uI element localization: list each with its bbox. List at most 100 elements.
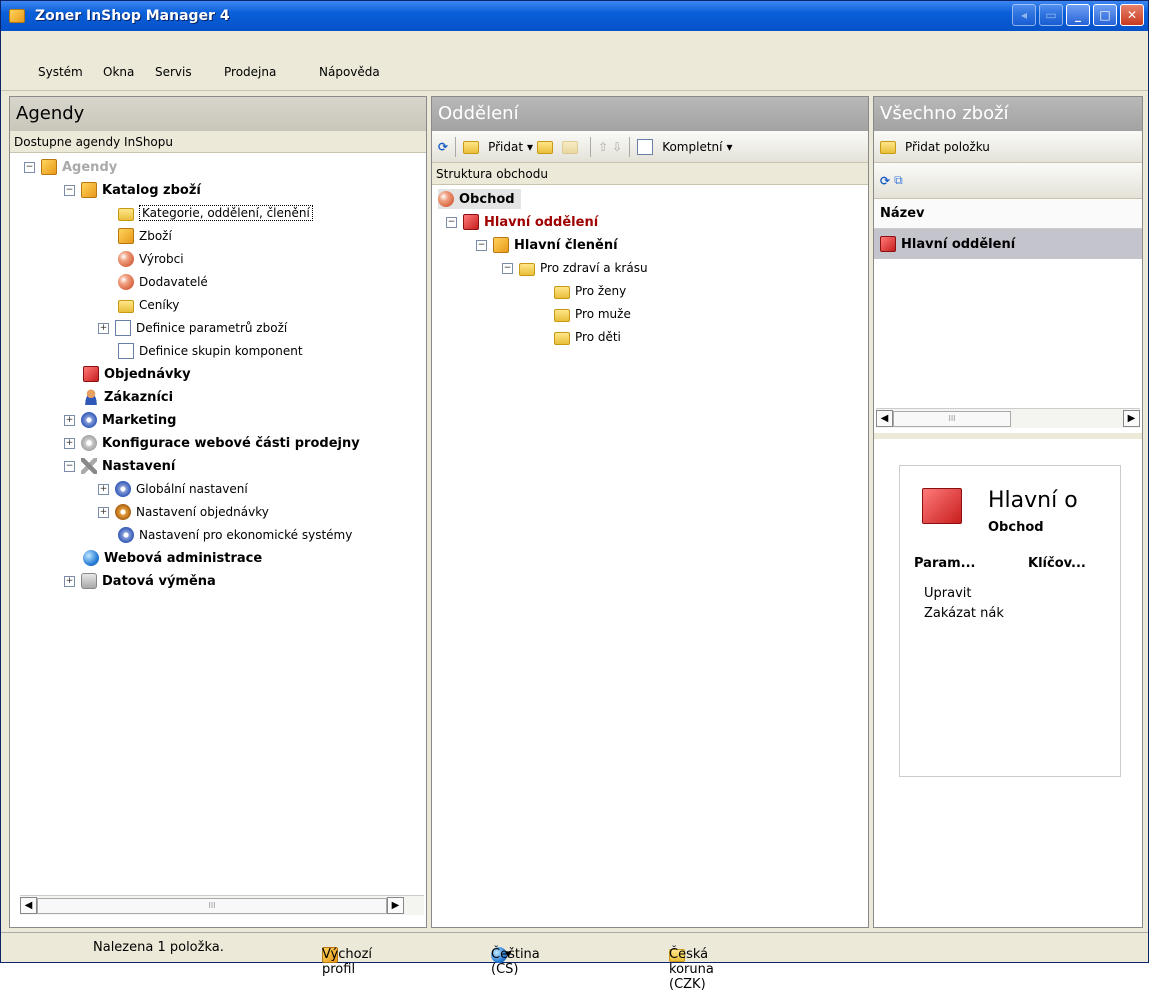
menu-napoveda[interactable]: Nápověda <box>319 65 380 79</box>
oddeleni-pane: Oddělení ⟳ Přidat ▾ ⇧ ⇩ Kompletní ▾ Stru… <box>431 96 869 928</box>
collapse-icon[interactable]: − <box>24 161 35 173</box>
add-item-button[interactable]: Přidat položku <box>905 140 990 154</box>
cube-icon <box>922 488 962 524</box>
expand-icon[interactable]: + <box>98 322 109 334</box>
tree-zbozi[interactable]: Zboží <box>118 226 172 246</box>
box-icon <box>41 159 57 175</box>
zbozi-title: Všechno zboží <box>874 97 1142 131</box>
expand-icon[interactable]: + <box>64 414 75 426</box>
zbozi-hscroll[interactable]: ◀ III ▶ <box>876 408 1140 428</box>
refresh-icon[interactable]: ⟳ <box>438 140 448 154</box>
tree-hlavni-oddeleni[interactable]: − Hlavní oddělení <box>446 212 598 232</box>
copy-icon[interactable]: ⧉ <box>894 173 903 188</box>
add-button[interactable]: Přidat <box>488 140 523 154</box>
tree-objednavky[interactable]: Objednávky <box>83 364 191 384</box>
tree-pro-zeny[interactable]: Pro ženy <box>554 281 626 301</box>
column-header-nazev[interactable]: Název <box>874 199 1142 229</box>
menu-system[interactable]: Systém <box>38 65 83 79</box>
menu-servis[interactable]: Servis <box>155 65 192 79</box>
scroll-right-icon[interactable]: ▶ <box>387 897 404 914</box>
tree-definice-parametru[interactable]: + Definice parametrů zboží <box>98 318 287 338</box>
add-dropdown-icon[interactable]: ▾ <box>527 140 533 154</box>
scroll-right-icon[interactable]: ▶ <box>1123 410 1140 427</box>
agendy-hscroll[interactable]: ◀ III ▶ <box>20 895 424 915</box>
tree-katalog[interactable]: − Katalog zboží <box>64 180 201 200</box>
tree-pro-muze[interactable]: Pro muže <box>554 304 631 324</box>
tree-view-icon <box>637 138 654 155</box>
collapse-icon[interactable]: − <box>64 460 75 472</box>
box-icon <box>493 237 509 253</box>
complete-view-button[interactable]: Kompletní <box>662 140 722 154</box>
tree-ceniky[interactable]: Ceníky <box>118 295 179 315</box>
globe-icon <box>83 550 99 566</box>
tree-marketing[interactable]: + Marketing <box>64 410 176 430</box>
department-icon <box>463 214 479 230</box>
zbozi-toolbar: Přidat položku <box>874 131 1142 163</box>
expand-icon[interactable]: + <box>98 483 109 495</box>
collapse-icon[interactable]: − <box>64 184 75 196</box>
gear-icon <box>115 504 131 520</box>
tree-definice-skupin[interactable]: Definice skupin komponent <box>118 341 303 361</box>
tree-hlavni-cleneni[interactable]: − Hlavní členění <box>476 235 618 255</box>
detail-card: Hlavní o Obchod Param... Klíčov... Uprav… <box>899 465 1121 777</box>
maximize-button[interactable]: □ <box>1093 4 1117 26</box>
tree-vyrobci[interactable]: Výrobci <box>118 249 184 269</box>
folder-icon[interactable] <box>537 141 554 154</box>
zbozi-toolbar-2: ⟳ ⧉ <box>874 163 1142 199</box>
move-up-icon[interactable]: ⇧ <box>598 140 608 154</box>
tree-ekonomicke[interactable]: Nastavení pro ekonomické systémy <box>118 525 352 545</box>
minimize-button[interactable]: _ <box>1066 4 1090 26</box>
expand-icon[interactable]: + <box>64 575 75 587</box>
refresh-icon[interactable]: ⟳ <box>880 174 890 188</box>
edit-link[interactable]: Upravit <box>924 586 971 601</box>
collapse-icon[interactable]: − <box>476 239 487 251</box>
tree-datova[interactable]: + Datová výměna <box>64 571 216 591</box>
tree-nastaveni-objednavky[interactable]: + Nastavení objednávky <box>98 502 269 522</box>
extra-icon-2[interactable]: ▭ <box>1039 4 1063 26</box>
scroll-left-icon[interactable]: ◀ <box>876 410 893 427</box>
add-item-icon <box>880 141 896 154</box>
tree-agendy[interactable]: − Agendy <box>24 157 117 177</box>
disable-link[interactable]: Zakázat nák <box>924 606 1004 621</box>
tree-pro-deti[interactable]: Pro děti <box>554 327 621 347</box>
menu-prodejna[interactable]: Prodejna <box>224 65 276 79</box>
tree-obchod[interactable]: Obchod <box>438 189 521 209</box>
tab-keywords[interactable]: Klíčov... <box>1028 556 1086 571</box>
collapse-icon[interactable]: − <box>502 262 513 274</box>
card-subtitle: Obchod <box>988 520 1044 535</box>
pricelist-icon <box>118 299 134 313</box>
move-down-icon[interactable]: ⇩ <box>612 140 622 154</box>
tree-dodavatele[interactable]: Dodavatelé <box>118 272 208 292</box>
economic-icon <box>118 527 134 543</box>
tab-param[interactable]: Param... <box>914 556 976 571</box>
tools-icon <box>81 458 97 474</box>
tree-nastaveni[interactable]: − Nastavení <box>64 456 175 476</box>
scroll-thumb[interactable]: III <box>893 410 1011 427</box>
scroll-left-icon[interactable]: ◀ <box>20 897 37 914</box>
table-row[interactable]: Hlavní oddělení <box>874 229 1142 259</box>
document-icon <box>118 343 134 359</box>
folder-disabled-icon[interactable] <box>562 141 579 154</box>
tree-konfigurace[interactable]: + Konfigurace webové části prodejny <box>64 433 360 453</box>
collapse-icon[interactable]: − <box>446 216 457 228</box>
folder-icon <box>519 262 535 276</box>
tree-kategorie[interactable]: Kategorie, oddělení, členění <box>118 203 313 223</box>
oddeleni-subtitle: Struktura obchodu <box>432 163 868 185</box>
dropdown-icon[interactable]: ▾ <box>505 947 512 962</box>
scroll-thumb[interactable]: III <box>37 897 387 914</box>
menu-okna[interactable]: Okna <box>103 65 134 79</box>
tree-pro-zdravi[interactable]: − Pro zdraví a krásu <box>502 258 648 278</box>
manufacturer-icon <box>118 251 134 267</box>
expand-icon[interactable]: + <box>64 437 75 449</box>
tree-zakaznici[interactable]: Zákazníci <box>83 387 173 407</box>
tree-globalni[interactable]: + Globální nastavení <box>98 479 248 499</box>
expand-icon[interactable]: + <box>98 506 109 518</box>
close-button[interactable]: ✕ <box>1120 4 1144 26</box>
folder-icon <box>118 207 134 221</box>
customers-icon <box>83 389 99 405</box>
extra-icon-1[interactable]: ◂ <box>1012 4 1036 26</box>
view-dropdown-icon[interactable]: ▾ <box>726 140 732 154</box>
title-bar: Zoner InShop Manager 4 ◂ ▭ _ □ ✕ <box>1 1 1148 31</box>
tree-webova[interactable]: Webová administrace <box>83 548 262 568</box>
agendy-pane: Agendy Dostupne agendy InShopu − Agendy −… <box>9 96 427 928</box>
